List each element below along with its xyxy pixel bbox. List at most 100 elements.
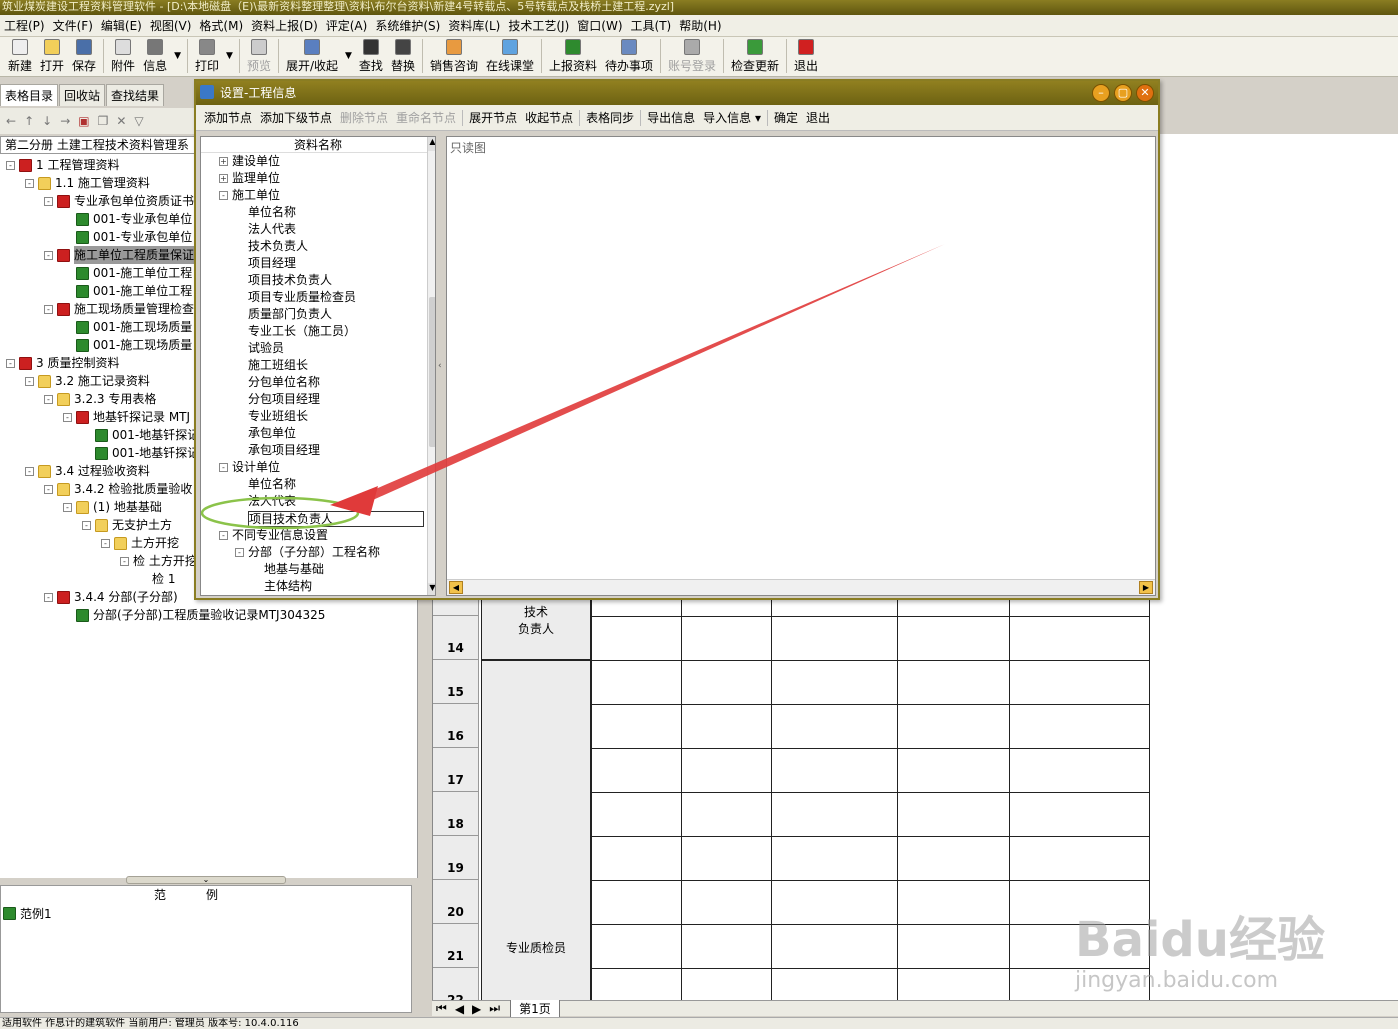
info-node[interactable]: 项目经理 bbox=[235, 255, 296, 272]
dropdown-arrow-icon[interactable]: ▼ bbox=[223, 37, 236, 61]
move-down-icon[interactable]: ↓ bbox=[42, 114, 52, 128]
sheet-tab[interactable]: 第1页 bbox=[510, 999, 560, 1018]
tree-node[interactable]: - 施工单位工程质量保证 bbox=[44, 246, 195, 264]
expand-toggle-icon[interactable]: - bbox=[6, 160, 15, 170]
info-node[interactable]: + 建设单位 bbox=[219, 153, 280, 170]
left-tab[interactable]: 回收站 bbox=[59, 84, 106, 106]
info-node[interactable]: 地基与基础 bbox=[251, 561, 324, 578]
minimize-button[interactable]: – bbox=[1092, 84, 1110, 102]
info-node[interactable]: 主体结构 bbox=[251, 578, 312, 595]
toolbar-button[interactable]: 待办事项 bbox=[601, 37, 657, 75]
tree-node[interactable]: - 施工现场质量管理检查 bbox=[44, 300, 194, 318]
menu-item[interactable]: 编辑(E) bbox=[97, 17, 146, 34]
tree-node[interactable]: - 3 质量控制资料 bbox=[6, 354, 119, 372]
toolbar-button[interactable]: 退出 bbox=[790, 37, 822, 75]
dialog-tool-button[interactable]: 添加下级节点 bbox=[256, 109, 336, 126]
menu-item[interactable]: 帮助(H) bbox=[675, 17, 725, 34]
tree-node[interactable]: 001-施工单位工程 bbox=[63, 264, 192, 282]
tree-node[interactable]: - 1.1 施工管理资料 bbox=[25, 174, 150, 192]
expand-toggle-icon[interactable]: - bbox=[25, 178, 34, 188]
info-node[interactable]: 法人代表 bbox=[235, 221, 296, 238]
info-node[interactable]: 建筑装饰装修 bbox=[251, 595, 336, 596]
toolbar-button[interactable]: 上报资料 bbox=[545, 37, 601, 75]
info-node[interactable]: 专业班组长 bbox=[235, 408, 308, 425]
info-node[interactable]: 分包单位名称 bbox=[235, 374, 320, 391]
expand-toggle-icon[interactable]: + bbox=[219, 157, 228, 166]
tree-node[interactable]: - 土方开挖 bbox=[101, 534, 179, 552]
expand-toggle-icon[interactable]: - bbox=[63, 502, 72, 512]
expand-toggle-icon[interactable]: + bbox=[219, 174, 228, 183]
spreadsheet-grid[interactable]: 141516171819202122技术 负责人专业质检员 bbox=[432, 598, 1150, 1012]
dialog-tool-button[interactable]: 删除节点 bbox=[336, 109, 392, 126]
menu-item[interactable]: 工程(P) bbox=[0, 17, 49, 34]
dialog-tool-button[interactable]: 重命名节点 bbox=[392, 109, 460, 126]
tree-node[interactable]: -检 土方开挖 bbox=[120, 552, 197, 570]
info-node[interactable]: 试验员 bbox=[235, 340, 284, 357]
tree-node[interactable]: - 无支护土方 bbox=[82, 516, 172, 534]
info-node[interactable]: 施工班组长 bbox=[235, 357, 308, 374]
toolbar-button[interactable]: 在线课堂 bbox=[482, 37, 538, 75]
toolbar-button[interactable]: 账号登录 bbox=[664, 37, 720, 75]
tree-node[interactable]: - 3.4 过程验收资料 bbox=[25, 462, 150, 480]
expand-toggle-icon[interactable]: - bbox=[44, 196, 53, 206]
menu-item[interactable]: 评定(A) bbox=[322, 17, 372, 34]
info-node[interactable]: 承包项目经理 bbox=[235, 442, 320, 459]
preview-horizontal-scrollbar[interactable]: ◀ ▶ bbox=[447, 579, 1155, 595]
expand-toggle-icon[interactable]: - bbox=[6, 358, 15, 368]
info-node[interactable]: 项目专业质量检查员 bbox=[235, 289, 356, 306]
toolbar-button[interactable]: 打印 bbox=[191, 37, 223, 75]
panel-splitter[interactable]: ⌄ bbox=[126, 876, 286, 884]
tree-node[interactable]: - 3.4.2 检验批质量验收 bbox=[44, 480, 192, 498]
tree-node[interactable]: - 1 工程管理资料 bbox=[6, 156, 119, 174]
dialog-tool-button[interactable]: 退出 bbox=[802, 109, 834, 126]
expand-toggle-icon[interactable]: - bbox=[235, 548, 244, 557]
left-tab[interactable]: 查找结果 bbox=[106, 84, 165, 106]
dialog-tool-button[interactable]: 收起节点 bbox=[521, 109, 577, 126]
toolbar-button[interactable]: 检查更新 bbox=[727, 37, 783, 75]
menu-item[interactable]: 工具(T) bbox=[627, 17, 676, 34]
expand-toggle-icon[interactable]: - bbox=[63, 412, 72, 422]
dialog-tool-button[interactable]: 表格同步 bbox=[582, 109, 638, 126]
delete-icon[interactable]: ✕ bbox=[116, 114, 126, 128]
menu-item[interactable]: 格式(M) bbox=[195, 17, 247, 34]
move-right-icon[interactable]: → bbox=[60, 114, 70, 128]
info-node[interactable]: 技术负责人 bbox=[235, 238, 308, 255]
info-node[interactable]: 法人代表 bbox=[235, 493, 296, 510]
tree-node[interactable]: 检 1 bbox=[139, 570, 175, 588]
info-node[interactable]: - 分部（子分部）工程名称 bbox=[235, 544, 380, 561]
tree-node[interactable]: 001-地基钎探记 bbox=[82, 426, 199, 444]
expand-toggle-icon[interactable]: - bbox=[219, 191, 228, 200]
dropdown-arrow-icon[interactable]: ▼ bbox=[342, 37, 355, 61]
info-node[interactable]: 单位名称 bbox=[235, 476, 296, 493]
tree-node[interactable]: 001-施工现场质量 bbox=[63, 318, 192, 336]
collapse-handle-icon[interactable]: ‹ bbox=[438, 361, 444, 375]
menu-item[interactable]: 资料上报(D) bbox=[247, 17, 322, 34]
dropdown-arrow-icon[interactable]: ▼ bbox=[171, 37, 184, 61]
info-node[interactable]: 项目技术负责人 bbox=[235, 272, 332, 289]
toolbar-button[interactable]: 销售咨询 bbox=[426, 37, 482, 75]
toolbar-button[interactable]: 打开 bbox=[36, 37, 68, 75]
toolbar-button[interactable]: 信息 bbox=[139, 37, 171, 75]
info-node[interactable]: 承包单位 bbox=[235, 425, 296, 442]
tree-node[interactable]: 001-地基钎探记 bbox=[82, 444, 199, 462]
toolbar-button[interactable]: 替换 bbox=[387, 37, 419, 75]
close-button[interactable]: ✕ bbox=[1136, 84, 1154, 102]
expand-toggle-icon[interactable]: - bbox=[120, 556, 129, 566]
add-table-icon[interactable]: ▣ bbox=[78, 114, 89, 128]
toolbar-button[interactable]: 预览 bbox=[243, 37, 275, 75]
expand-toggle-icon[interactable]: - bbox=[219, 531, 228, 540]
menu-item[interactable]: 系统维护(S) bbox=[371, 17, 444, 34]
menu-item[interactable]: 技术工艺(J) bbox=[504, 17, 573, 34]
expand-toggle-icon[interactable]: - bbox=[44, 304, 53, 314]
tree-node[interactable]: - (1) 地基基础 bbox=[63, 498, 162, 516]
tree-node[interactable]: 001-施工单位工程 bbox=[63, 282, 192, 300]
expand-toggle-icon[interactable]: - bbox=[219, 463, 228, 472]
maximize-button[interactable]: ▢ bbox=[1114, 84, 1132, 102]
example-item[interactable]: 范例1 bbox=[1, 904, 411, 922]
tree-node[interactable]: - 3.2.3 专用表格 bbox=[44, 390, 156, 408]
info-node[interactable]: + 监理单位 bbox=[219, 170, 280, 187]
tree-node[interactable]: - 3.4.4 分部(子分部) bbox=[44, 588, 178, 606]
menu-item[interactable]: 窗口(W) bbox=[573, 17, 626, 34]
info-node[interactable]: - 不同专业信息设置 bbox=[219, 527, 328, 544]
expand-toggle-icon[interactable]: - bbox=[44, 250, 53, 260]
